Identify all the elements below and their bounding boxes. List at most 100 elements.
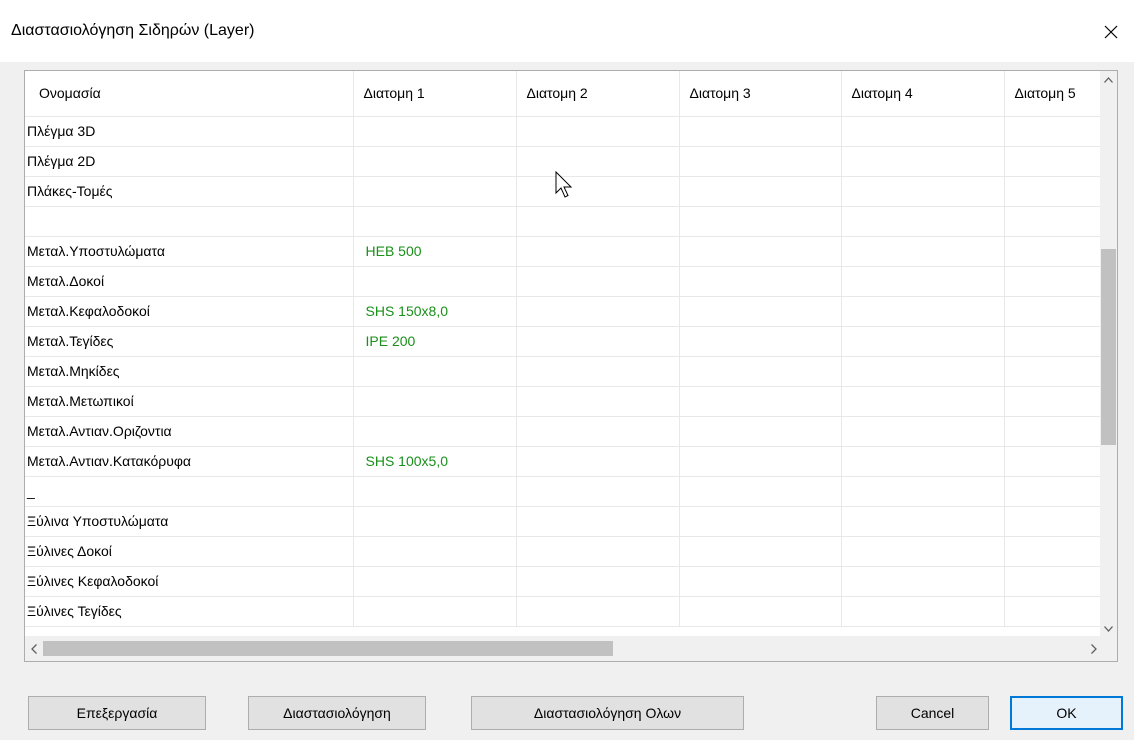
section-cell[interactable] [841, 356, 1005, 387]
scroll-down-button[interactable] [1100, 620, 1117, 637]
section-cell[interactable] [1004, 266, 1102, 297]
table-row[interactable]: Μεταλ.Αντιαν.Κατακόρυφα SHS 100x5,0 [25, 446, 1102, 477]
section-cell[interactable] [516, 146, 680, 177]
section-cell[interactable] [516, 356, 680, 387]
section-cell[interactable] [841, 566, 1005, 597]
layer-name-cell[interactable]: Μεταλ.Αντιαν.Κατακόρυφα [25, 446, 354, 477]
section-cell[interactable] [841, 176, 1005, 207]
section-cell[interactable] [1004, 416, 1102, 447]
section-cell[interactable] [841, 296, 1005, 327]
section-cell[interactable]: SHS 100x5,0 [353, 446, 517, 477]
table-row[interactable]: Ξύλινα Υποστυλώματα [25, 506, 1102, 537]
layer-name-cell[interactable]: Μεταλ.Κεφαλοδοκοί [25, 296, 354, 327]
layer-name-cell[interactable]: Μεταλ.Μηκίδες [25, 356, 354, 387]
column-header-section-2[interactable]: Διατομη 2 [516, 71, 680, 117]
section-cell[interactable] [679, 326, 842, 357]
layer-name-cell[interactable]: Μεταλ.Υποστυλώματα [25, 236, 354, 267]
section-cell[interactable] [353, 176, 517, 207]
layer-name-cell[interactable]: _ [25, 476, 354, 507]
section-cell[interactable] [841, 386, 1005, 417]
close-button[interactable] [1088, 14, 1134, 50]
section-cell[interactable] [1004, 596, 1102, 627]
section-cell[interactable] [1004, 296, 1102, 327]
section-cell[interactable] [516, 416, 680, 447]
section-cell[interactable] [679, 176, 842, 207]
section-cell[interactable] [679, 356, 842, 387]
section-cell[interactable] [679, 206, 842, 237]
section-cell[interactable] [841, 446, 1005, 477]
section-cell[interactable] [841, 596, 1005, 627]
section-cell[interactable] [353, 536, 517, 567]
section-cell[interactable] [353, 566, 517, 597]
layer-name-cell[interactable]: Ξύλινες Κεφαλοδοκοί [25, 566, 354, 597]
size-all-button[interactable]: Διαστασιολόγηση Ολων [471, 696, 744, 730]
table-row[interactable]: Μεταλ.Κεφαλοδοκοί SHS 150x8,0 [25, 296, 1102, 327]
vertical-scroll-thumb[interactable] [1101, 249, 1116, 445]
table-row[interactable]: Μεταλ.Μετωπικοί [25, 386, 1102, 417]
section-cell[interactable] [679, 386, 842, 417]
section-cell[interactable] [353, 116, 517, 147]
section-cell[interactable] [1004, 176, 1102, 207]
table-row[interactable]: Ξύλινες Τεγίδες [25, 596, 1102, 627]
scroll-up-button[interactable] [1100, 71, 1117, 88]
section-cell[interactable] [1004, 236, 1102, 267]
table-row[interactable]: _ [25, 476, 1102, 507]
section-cell[interactable] [353, 506, 517, 537]
section-cell[interactable]: SHS 150x8,0 [353, 296, 517, 327]
column-header-section-4[interactable]: Διατομη 4 [841, 71, 1005, 117]
section-cell[interactable] [516, 116, 680, 147]
layer-name-cell[interactable]: Μεταλ.Αντιαν.Οριζοντια [25, 416, 354, 447]
section-cell[interactable] [516, 236, 680, 267]
section-cell[interactable] [1004, 146, 1102, 177]
section-cell[interactable] [1004, 536, 1102, 567]
section-cell[interactable] [679, 296, 842, 327]
section-cell[interactable] [353, 146, 517, 177]
layer-name-cell[interactable]: Πλέγμα 2D [25, 146, 354, 177]
vertical-scrollbar[interactable] [1100, 71, 1117, 637]
section-cell[interactable] [679, 566, 842, 597]
section-cell[interactable] [1004, 206, 1102, 237]
section-cell[interactable] [679, 236, 842, 267]
section-cell[interactable] [516, 566, 680, 597]
section-cell[interactable] [353, 206, 517, 237]
section-cell[interactable] [679, 266, 842, 297]
section-cell[interactable] [516, 266, 680, 297]
layer-name-cell[interactable]: Μεταλ.Δοκοί [25, 266, 354, 297]
section-cell[interactable] [841, 416, 1005, 447]
section-cell[interactable] [679, 506, 842, 537]
section-cell[interactable] [353, 266, 517, 297]
table-row[interactable]: Πλέγμα 3D [25, 116, 1102, 147]
scroll-left-button[interactable] [25, 636, 42, 661]
section-cell[interactable] [516, 296, 680, 327]
section-cell[interactable] [1004, 386, 1102, 417]
table-row[interactable]: Μεταλ.Υποστυλώματα HEB 500 [25, 236, 1102, 267]
section-cell[interactable] [1004, 326, 1102, 357]
section-cell[interactable] [353, 476, 517, 507]
horizontal-scroll-thumb[interactable] [43, 641, 613, 656]
section-cell[interactable] [516, 326, 680, 357]
section-cell[interactable] [516, 386, 680, 417]
section-cell[interactable] [841, 326, 1005, 357]
section-cell[interactable] [516, 446, 680, 477]
section-cell[interactable] [1004, 446, 1102, 477]
section-cell[interactable] [841, 206, 1005, 237]
column-header-name[interactable]: Ονομασία [25, 71, 354, 117]
column-header-section-5[interactable]: Διατομη 5 [1004, 71, 1102, 117]
table-row[interactable]: Μεταλ.Τεγίδες IPE 200 [25, 326, 1102, 357]
horizontal-scrollbar[interactable] [25, 636, 1102, 661]
section-cell[interactable] [841, 236, 1005, 267]
layer-name-cell[interactable] [25, 206, 354, 237]
section-cell[interactable] [516, 596, 680, 627]
table-row[interactable]: Ξύλινες Δοκοί [25, 536, 1102, 567]
section-cell[interactable] [516, 536, 680, 567]
section-cell[interactable] [679, 116, 842, 147]
section-cell[interactable] [679, 146, 842, 177]
section-cell[interactable] [353, 356, 517, 387]
section-cell[interactable] [841, 116, 1005, 147]
layer-name-cell[interactable]: Πλέγμα 3D [25, 116, 354, 147]
table-row[interactable]: Μεταλ.Δοκοί [25, 266, 1102, 297]
table-row[interactable]: Μεταλ.Μηκίδες [25, 356, 1102, 387]
section-cell[interactable] [679, 476, 842, 507]
section-cell[interactable] [1004, 476, 1102, 507]
layer-name-cell[interactable]: Ξύλινα Υποστυλώματα [25, 506, 354, 537]
